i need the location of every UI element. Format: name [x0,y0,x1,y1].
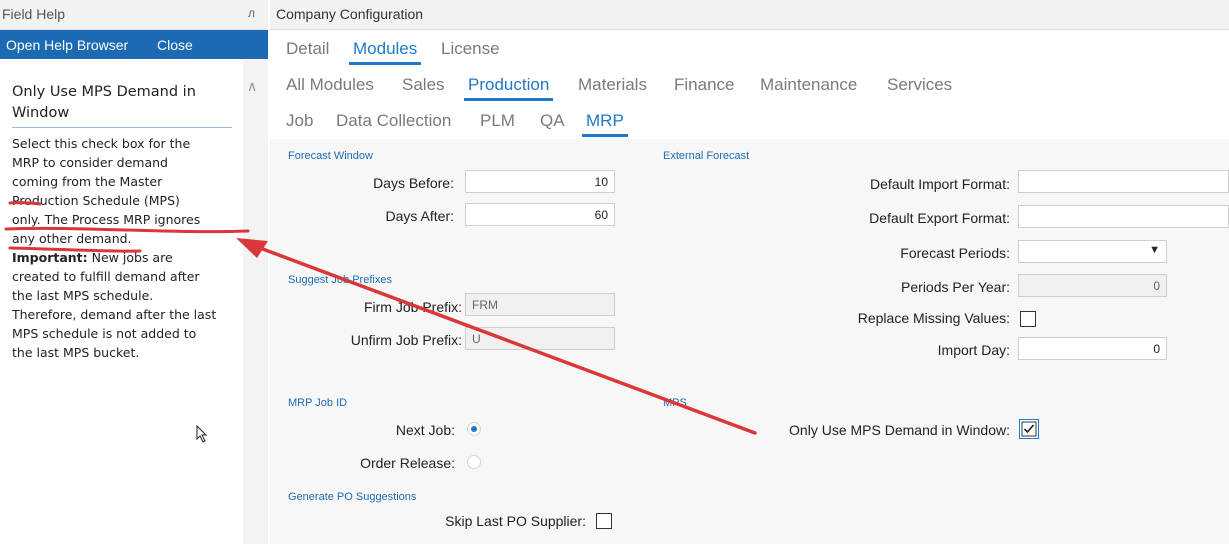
tab-sales[interactable]: Sales [402,75,445,95]
group-generate-po-suggestions: Generate PO Suggestions [288,491,417,503]
tab-license[interactable]: License [441,39,500,59]
firm-job-prefix-input[interactable]: FRM [465,293,615,316]
tab-plm[interactable]: PLM [480,111,515,131]
important-note: Important: New jobs are [12,248,238,267]
only-use-mps-demand-checkbox[interactable] [1019,419,1039,439]
default-import-format-label: Default Import Format: [869,176,1010,192]
next-job-radio[interactable] [467,422,481,436]
help-line: Production Schedule (MPS) [12,193,180,208]
default-import-format-input[interactable] [1018,170,1229,193]
firm-job-prefix-label: Firm Job Prefix: [363,299,462,315]
days-before-input[interactable]: 10 [465,170,615,193]
periods-per-year-label: Periods Per Year: [901,279,1010,295]
help-line: coming from the Master [12,174,163,189]
help-panel-title: Field Help [2,6,66,22]
help-titlebar: Field Help ᴫ [0,0,268,30]
tab-qa[interactable]: QA [540,111,565,131]
only-use-mps-demand-label: Only Use MPS Demand in Window: [789,422,1010,438]
important-text: New jobs are [87,250,173,265]
tab-job[interactable]: Job [286,111,313,131]
help-line: only. The Process MRP ignores [12,212,201,227]
module-tab-row: All Modules Sales Production Materials F… [270,67,1229,103]
forecast-periods-dropdown[interactable]: ▼ [1018,240,1167,263]
tab-services[interactable]: Services [887,75,952,95]
help-line: any other demand. [12,231,132,246]
page-title: Company Configuration [276,6,424,22]
unfirm-job-prefix-label: Unfirm Job Prefix: [350,332,462,348]
help-line: MPS schedule is not added to [12,326,197,341]
help-line: Select this check box for the [12,136,191,151]
help-line: the last MPS bucket. [12,345,140,360]
caret-down-icon[interactable]: ▼ [1149,244,1160,256]
group-suggest-job-prefixes: Suggest Job Prefixes [288,274,392,286]
mouse-cursor-icon [196,425,208,443]
important-label: Important: [12,250,88,265]
help-body: Select this check box for the MRP to con… [12,134,238,362]
replace-missing-values-checkbox[interactable] [1020,311,1036,327]
skip-last-po-supplier-label: Skip Last PO Supplier: [445,513,586,529]
tab-finance[interactable]: Finance [674,75,734,95]
top-tab-row: Detail Modules License [270,31,1229,67]
days-after-input[interactable]: 60 [465,203,615,226]
help-heading: Only Use MPS Demand in Window [12,82,232,128]
group-mrp-job-id: MRP Job ID [288,397,348,409]
chevron-up-icon[interactable]: ∧ [247,78,257,95]
mrp-settings-form: Forecast Window Days Before: 10 Days Aft… [270,140,1229,544]
unfirm-job-prefix-input[interactable]: U [465,327,615,350]
import-day-input[interactable]: 0 [1018,337,1167,360]
help-line: created to fulfill demand after [12,269,200,284]
skip-last-po-supplier-checkbox[interactable] [596,513,612,529]
tab-detail[interactable]: Detail [286,39,329,59]
help-scrollbar[interactable]: ∧ [243,60,268,544]
import-day-label: Import Day: [937,342,1010,358]
replace-missing-values-label: Replace Missing Values: [857,310,1010,326]
tab-all-modules[interactable]: All Modules [286,75,374,95]
order-release-label: Order Release: [360,455,455,471]
pin-icon[interactable]: ᴫ [248,6,255,20]
tab-modules[interactable]: Modules [348,39,422,65]
default-export-format-input[interactable] [1018,205,1229,228]
tab-materials[interactable]: Materials [578,75,647,95]
days-before-label: Days Before: [373,175,454,191]
content-titlebar: Company Configuration [270,0,1229,30]
group-mps: MPS [663,397,687,409]
field-help-panel: Field Help ᴫ Open Help Browser Close Onl… [0,0,268,544]
periods-per-year-input[interactable]: 0 [1018,274,1167,297]
close-help-link[interactable]: Close [157,37,193,53]
help-line: MRP to consider demand [12,155,168,170]
forecast-periods-label: Forecast Periods: [900,245,1010,261]
tab-data-collection[interactable]: Data Collection [336,111,451,131]
company-configuration-panel: Company Configuration Detail Modules Lic… [270,0,1229,544]
group-forecast-window: Forecast Window [288,150,373,162]
next-job-label: Next Job: [395,422,455,438]
tab-production[interactable]: Production [463,75,554,101]
group-external-forecast: External Forecast [663,150,750,162]
production-tab-row: Job Data Collection PLM QA MRP [270,103,1229,139]
tab-mrp[interactable]: MRP [582,111,628,137]
help-line: Therefore, demand after the last [12,307,217,322]
help-line: the last MPS schedule. [12,288,154,303]
days-after-label: Days After: [385,208,454,224]
checkmark-icon [1021,421,1037,437]
order-release-radio[interactable] [467,455,481,469]
tab-maintenance[interactable]: Maintenance [760,75,857,95]
default-export-format-label: Default Export Format: [869,210,1010,226]
help-action-bar: Open Help Browser Close [0,30,268,59]
open-help-browser-link[interactable]: Open Help Browser [6,37,128,53]
